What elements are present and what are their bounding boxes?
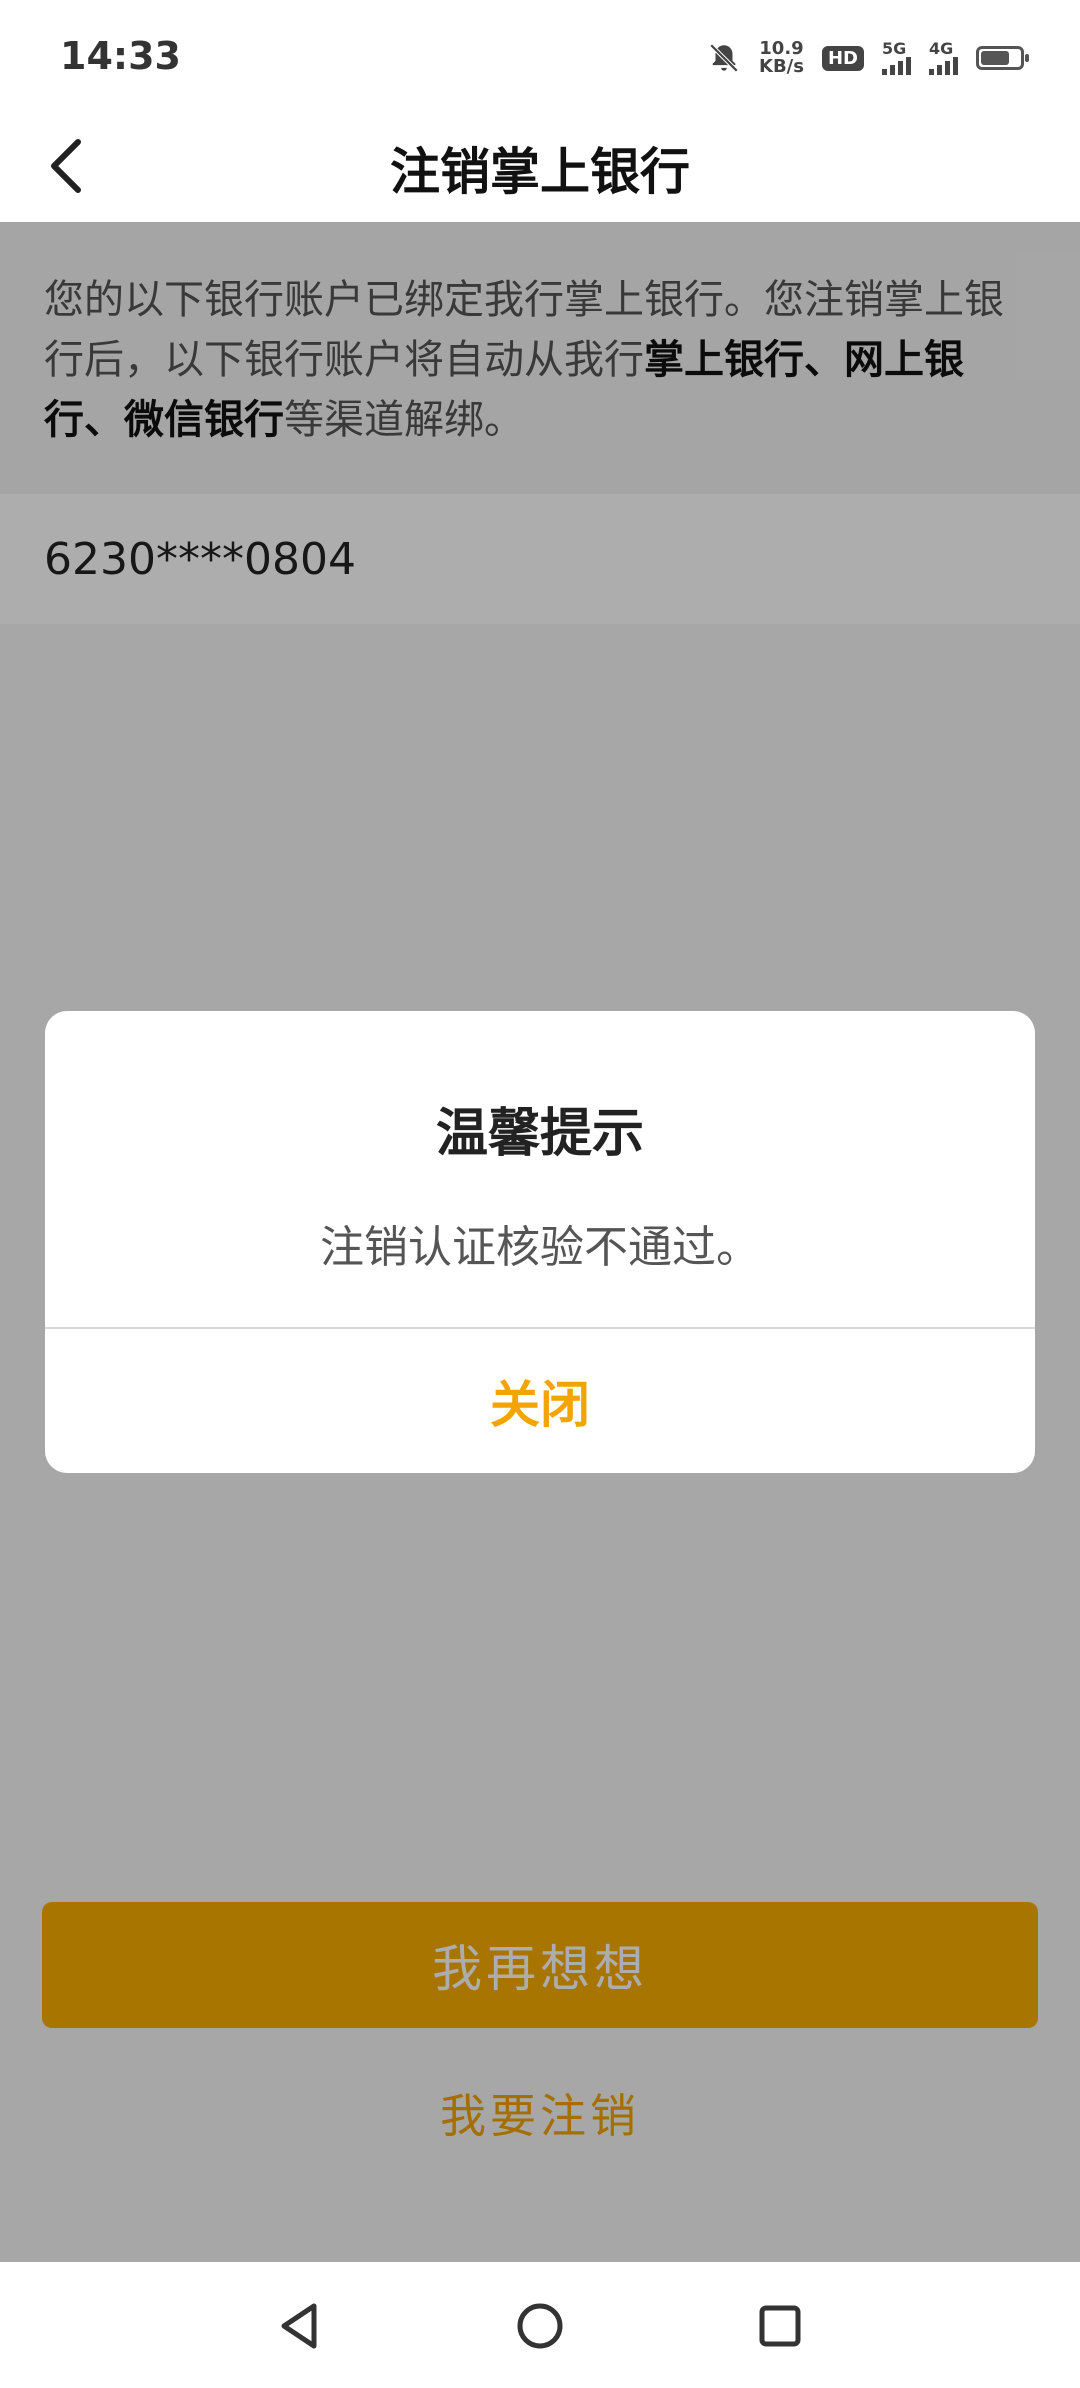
dialog-close-button[interactable]: 关闭 [45,1329,1035,1473]
battery-icon [976,46,1029,70]
home-circle-icon[interactable] [512,2298,568,2354]
dialog-title: 温馨提示 [435,1104,644,1164]
recents-square-icon[interactable] [752,2298,808,2354]
screen: 14:33 10.9 KB/s HD 5G 4G 注销掌上银行 您的以下银行账户… [0,0,1080,2388]
page-title: 注销掌上银行 [390,143,690,201]
alert-dialog: 温馨提示 注销认证核验不通过。 关闭 [45,1011,1035,1473]
system-nav-bar [0,2262,1080,2388]
status-bar: 14:33 10.9 KB/s HD 5G 4G [0,0,1080,112]
status-time: 14:33 [60,34,181,78]
signal-4g-icon: 4G [929,41,958,75]
signal-5g-label: 5G [882,39,907,58]
signal-4g-label: 4G [929,39,954,58]
back-triangle-icon[interactable] [272,2298,328,2354]
net-speed: 10.9 KB/s [759,40,804,76]
signal-5g-icon: 5G [882,41,911,75]
bell-off-icon [709,43,739,73]
net-speed-unit: KB/s [759,56,804,77]
dialog-message: 注销认证核验不通过。 [320,1222,760,1273]
status-icons: 10.9 KB/s HD 5G 4G [707,36,1029,80]
hd-icon: HD [821,45,864,71]
nav-header: 注销掌上银行 [0,112,1080,222]
